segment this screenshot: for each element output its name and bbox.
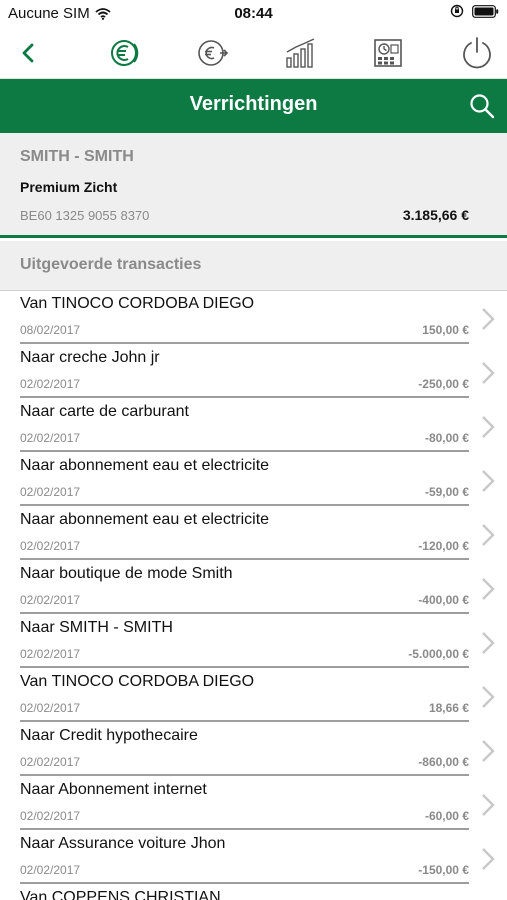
back-button[interactable]	[10, 35, 46, 71]
transaction-description: Van COPPENS CHRISTIAN	[20, 889, 221, 900]
transaction-row[interactable]: Van COPPENS CHRISTIAN	[0, 885, 507, 900]
chevron-right-icon	[482, 362, 495, 384]
transaction-date: 02/02/2017	[20, 377, 81, 391]
account-summary[interactable]: SMITH - SMITH Premium Zicht BE60 1325 90…	[0, 133, 507, 238]
transaction-amount: -860,00 €	[418, 755, 469, 769]
transaction-amount: -400,00 €	[418, 593, 469, 607]
account-balance: 3.185,66 €	[402, 207, 469, 223]
row-divider	[20, 666, 469, 668]
transaction-amount: 18,66 €	[428, 701, 469, 715]
accounts-button[interactable]	[108, 35, 144, 71]
transaction-description: Van TINOCO CORDOBA DIEGO	[20, 673, 255, 690]
page-title: Verrichtingen	[189, 93, 318, 115]
row-divider	[20, 558, 469, 560]
chevron-right-icon	[482, 686, 495, 708]
transaction-date: 08/02/2017	[20, 323, 81, 337]
transaction-row[interactable]: Van TINOCO CORDOBA DIEGO 08/02/2017 150,…	[0, 291, 507, 345]
transaction-amount: -60,00 €	[424, 809, 469, 823]
transaction-amount: -80,00 €	[424, 431, 469, 445]
chevron-right-icon	[482, 524, 495, 546]
transaction-date: 02/02/2017	[20, 431, 81, 445]
chevron-right-icon	[482, 470, 495, 492]
transaction-row[interactable]: Naar abonnement eau et electricite 02/02…	[0, 453, 507, 507]
transaction-row[interactable]: Naar abonnement eau et electricite 02/02…	[0, 507, 507, 561]
transaction-row[interactable]: Naar Abonnement internet 02/02/2017 -60,…	[0, 777, 507, 831]
transaction-amount: 150,00 €	[422, 323, 469, 337]
transaction-description: Naar abonnement eau et electricite	[20, 511, 270, 528]
back-arrow-icon	[22, 43, 34, 63]
transaction-amount: -5.000,00 €	[408, 647, 469, 661]
calculator-icon	[374, 39, 402, 67]
row-divider	[20, 612, 469, 614]
row-divider	[20, 504, 469, 506]
search-button[interactable]	[467, 91, 497, 121]
row-divider	[20, 342, 469, 344]
bar-chart-icon	[286, 38, 315, 68]
transaction-description: Naar Credit hypothecaire	[20, 727, 198, 744]
transaction-row[interactable]: Van TINOCO CORDOBA DIEGO 02/02/2017 18,6…	[0, 669, 507, 723]
euro-exchange-icon	[111, 40, 139, 66]
row-divider	[20, 720, 469, 722]
status-bar: Aucune SIM 08:44	[0, 0, 507, 26]
power-icon	[463, 37, 491, 69]
clock: 08:44	[234, 5, 273, 22]
transaction-description: Naar SMITH - SMITH	[20, 619, 173, 636]
transfer-button[interactable]	[195, 35, 231, 71]
euro-transfer-icon	[198, 40, 229, 66]
transaction-amount: -59,00 €	[424, 485, 469, 499]
transaction-date: 02/02/2017	[20, 701, 81, 715]
logout-button[interactable]	[459, 35, 495, 71]
section-title: Uitgevoerde transacties	[20, 256, 202, 273]
chevron-right-icon	[482, 578, 495, 600]
transaction-amount: -120,00 €	[418, 539, 469, 553]
transaction-row[interactable]: Naar SMITH - SMITH 02/02/2017 -5.000,00 …	[0, 615, 507, 669]
transaction-row[interactable]: Naar carte de carburant 02/02/2017 -80,0…	[0, 399, 507, 453]
transaction-date: 02/02/2017	[20, 485, 81, 499]
row-divider	[20, 450, 469, 452]
transaction-date: 02/02/2017	[20, 863, 81, 877]
row-divider	[20, 774, 469, 776]
transaction-description: Naar creche John jr	[20, 349, 160, 366]
transaction-row[interactable]: Naar Credit hypothecaire 02/02/2017 -860…	[0, 723, 507, 777]
orientation-lock-icon	[450, 4, 464, 18]
row-divider	[20, 828, 469, 830]
status-icons	[450, 4, 499, 18]
search-icon	[470, 94, 495, 119]
transaction-description: Naar abonnement eau et electricite	[20, 457, 270, 474]
page-header: Verrichtingen	[0, 79, 507, 133]
transaction-date: 02/02/2017	[20, 809, 81, 823]
transaction-amount: -250,00 €	[418, 377, 469, 391]
account-type: Premium Zicht	[20, 179, 118, 195]
chevron-right-icon	[482, 794, 495, 816]
transaction-description: Naar Assurance voiture Jhon	[20, 835, 226, 852]
chevron-right-icon	[482, 308, 495, 330]
account-holder: SMITH - SMITH	[20, 148, 134, 165]
transaction-row[interactable]: Naar creche John jr 02/02/2017 -250,00 €	[0, 345, 507, 399]
chevron-right-icon	[482, 740, 495, 762]
row-divider	[20, 396, 469, 398]
chevron-right-icon	[482, 848, 495, 870]
transaction-description: Naar Abonnement internet	[20, 781, 207, 798]
transaction-description: Van TINOCO CORDOBA DIEGO	[20, 295, 255, 312]
transaction-row[interactable]: Naar boutique de mode Smith 02/02/2017 -…	[0, 561, 507, 615]
transaction-date: 02/02/2017	[20, 593, 81, 607]
transaction-date: 02/02/2017	[20, 539, 81, 553]
transaction-row[interactable]: Naar Assurance voiture Jhon 02/02/2017 -…	[0, 831, 507, 885]
toolbar	[0, 26, 507, 79]
account-iban: BE60 1325 9055 8370	[20, 208, 150, 223]
chevron-right-icon	[482, 416, 495, 438]
transaction-description: Naar carte de carburant	[20, 403, 189, 420]
row-divider	[20, 882, 469, 884]
transaction-description: Naar boutique de mode Smith	[20, 565, 233, 582]
transaction-amount: -150,00 €	[418, 863, 469, 877]
chevron-right-icon	[482, 632, 495, 654]
simulator-button[interactable]	[370, 35, 406, 71]
transaction-list[interactable]: Van TINOCO CORDOBA DIEGO 08/02/2017 150,…	[0, 291, 507, 900]
battery-icon	[472, 4, 499, 18]
statistics-button[interactable]	[283, 35, 319, 71]
transaction-date: 02/02/2017	[20, 647, 81, 661]
section-header: Uitgevoerde transacties	[0, 241, 507, 291]
transaction-date: 02/02/2017	[20, 755, 81, 769]
